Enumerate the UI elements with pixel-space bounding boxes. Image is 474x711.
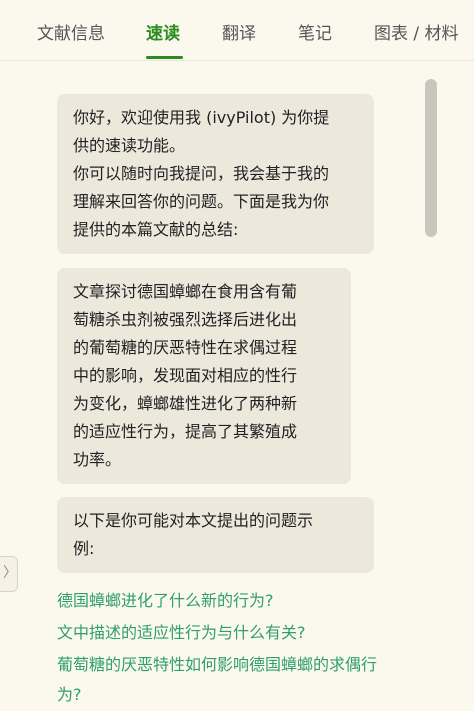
suggested-question-line: 为? bbox=[57, 685, 82, 704]
tab-figures-materials[interactable]: 图表 / 材料 bbox=[374, 19, 459, 44]
suggested-question-link[interactable]: 葡萄糖的厌恶特性如何影响德国蟑螂的求偶行 为? bbox=[57, 650, 417, 710]
tab-bar: 文献信息 速读 翻译 笔记 图表 / 材料 bbox=[0, 0, 474, 61]
tab-notes[interactable]: 笔记 bbox=[298, 19, 332, 44]
greeting-line: 你可以随时向我提问，我会基于我的 bbox=[73, 164, 330, 183]
greeting-line: 你好，欢迎使用我 (ivyPilot) 为你提 bbox=[73, 108, 330, 127]
summary-line: 为变化，蟑螂雄性进化了两种新 bbox=[73, 394, 298, 413]
summary-line: 的葡萄糖的厌恶特性在求偶过程 bbox=[73, 338, 298, 357]
questions-intro-line: 例: bbox=[73, 539, 95, 558]
questions-intro-line: 以下是你可能对本文提出的问题示 bbox=[73, 511, 314, 530]
expand-sidebar-button[interactable]: 〉 bbox=[0, 556, 18, 592]
greeting-line: 理解来回答你的问题。下面是我为你 bbox=[73, 192, 330, 211]
summary-line: 的适应性行为，提高了其繁殖成 bbox=[73, 422, 298, 441]
tab-speed-read[interactable]: 速读 bbox=[146, 19, 180, 44]
summary-message: 文章探讨德国蟑螂在食用含有葡 萄糖杀虫剂被强烈选择后进化出 的葡萄糖的厌恶特性在… bbox=[57, 268, 351, 484]
scrollbar-thumb[interactable] bbox=[425, 79, 437, 237]
questions-intro-message: 以下是你可能对本文提出的问题示 例: bbox=[57, 497, 374, 573]
summary-line: 中的影响，发现面对相应的性行 bbox=[73, 366, 298, 385]
greeting-message: 你好，欢迎使用我 (ivyPilot) 为你提 供的速读功能。 你可以随时向我提… bbox=[57, 94, 374, 254]
chat-panel: 你好，欢迎使用我 (ivyPilot) 为你提 供的速读功能。 你可以随时向我提… bbox=[0, 61, 474, 711]
suggested-question-link[interactable]: 德国蟑螂进化了什么新的行为? bbox=[57, 586, 274, 616]
suggested-question-link[interactable]: 文中描述的适应性行为与什么有关? bbox=[57, 618, 306, 648]
suggested-question-line: 葡萄糖的厌恶特性如何影响德国蟑螂的求偶行 bbox=[57, 655, 378, 674]
tab-translate[interactable]: 翻译 bbox=[222, 19, 256, 44]
summary-line: 萄糖杀虫剂被强烈选择后进化出 bbox=[73, 310, 298, 329]
greeting-line: 提供的本篇文献的总结: bbox=[73, 220, 239, 239]
summary-line: 功率。 bbox=[73, 450, 122, 469]
greeting-line: 供的速读功能。 bbox=[73, 136, 186, 155]
tab-document-info[interactable]: 文献信息 bbox=[37, 19, 105, 44]
active-tab-indicator bbox=[146, 56, 183, 59]
chevron-right-icon: 〉 bbox=[3, 565, 17, 581]
summary-line: 文章探讨德国蟑螂在食用含有葡 bbox=[73, 282, 298, 301]
